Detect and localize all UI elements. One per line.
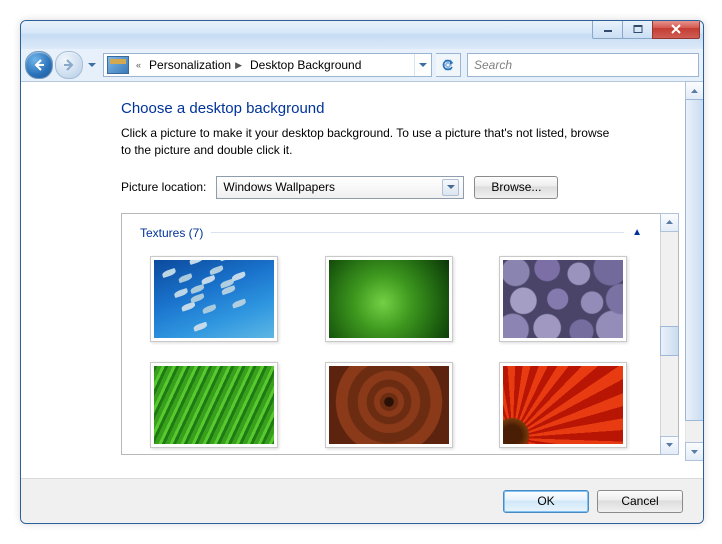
select-value: Windows Wallpapers xyxy=(223,180,335,194)
refresh-icon xyxy=(441,58,455,72)
breadcrumb-personalization[interactable]: Personalization▶ xyxy=(145,58,246,72)
wallpaper-thumb[interactable] xyxy=(499,362,627,448)
wallpaper-thumb[interactable] xyxy=(325,256,453,342)
arrow-right-icon xyxy=(62,58,76,72)
minimize-icon xyxy=(603,25,613,33)
scroll-thumb[interactable] xyxy=(660,326,679,356)
chevron-down-icon xyxy=(691,450,698,454)
wallpaper-gallery: Textures (7) ▲ xyxy=(121,213,679,455)
breadcrumb-back[interactable]: « xyxy=(132,60,145,70)
collapse-icon[interactable]: ▲ xyxy=(632,227,642,238)
location-icon xyxy=(107,56,129,74)
wallpaper-image xyxy=(329,366,449,444)
wallpaper-thumb[interactable] xyxy=(499,256,627,342)
scroll-thumb[interactable] xyxy=(685,99,704,421)
wallpaper-thumb[interactable] xyxy=(325,362,453,448)
breadcrumb-label: Desktop Background xyxy=(250,58,361,72)
wallpaper-image xyxy=(154,366,274,444)
wallpaper-image xyxy=(329,260,449,338)
address-dropdown[interactable] xyxy=(414,54,431,76)
group-header-textures[interactable]: Textures (7) ▲ xyxy=(140,226,642,240)
address-bar[interactable]: « Personalization▶ Desktop Background xyxy=(103,53,432,77)
close-button[interactable] xyxy=(652,20,700,39)
back-button[interactable] xyxy=(25,51,53,79)
scroll-track[interactable] xyxy=(661,231,678,437)
maximize-icon xyxy=(633,25,643,33)
scroll-down-button[interactable] xyxy=(685,442,704,461)
wallpaper-image xyxy=(503,366,623,444)
wallpaper-image xyxy=(154,260,274,338)
picture-location-row: Picture location: Windows Wallpapers Bro… xyxy=(121,176,679,199)
wallpaper-thumb[interactable] xyxy=(150,256,278,342)
picture-location-select[interactable]: Windows Wallpapers xyxy=(216,176,464,199)
chevron-up-icon xyxy=(691,89,698,93)
close-icon xyxy=(670,24,682,34)
arrow-left-icon xyxy=(32,58,46,72)
group-label: Textures (7) xyxy=(140,226,203,240)
page-title: Choose a desktop background xyxy=(121,100,679,117)
chevron-up-icon xyxy=(666,220,673,224)
wallpaper-image xyxy=(503,260,623,338)
content-area: Choose a desktop background Click a pict… xyxy=(21,81,703,478)
page-scrollbar[interactable] xyxy=(685,82,703,460)
thumbnail-grid xyxy=(140,256,642,448)
breadcrumb-desktop-background[interactable]: Desktop Background xyxy=(246,58,365,72)
search-placeholder: Search xyxy=(474,58,512,72)
gallery-scrollbar[interactable] xyxy=(660,214,678,454)
dialog-footer: OK Cancel xyxy=(21,478,703,523)
wallpaper-thumb[interactable] xyxy=(150,362,278,448)
scroll-track[interactable] xyxy=(686,99,703,443)
titlebar xyxy=(21,21,703,49)
dialog-window: « Personalization▶ Desktop Background Se… xyxy=(20,20,704,524)
forward-button[interactable] xyxy=(55,51,83,79)
chevron-down-icon xyxy=(666,443,673,447)
minimize-button[interactable] xyxy=(592,20,623,39)
nav-toolbar: « Personalization▶ Desktop Background Se… xyxy=(21,49,703,81)
scroll-down-button[interactable] xyxy=(660,436,679,455)
chevron-down-icon xyxy=(419,63,427,68)
chevron-down-icon xyxy=(442,179,459,196)
breadcrumb-label: Personalization xyxy=(149,58,231,72)
ok-button[interactable]: OK xyxy=(503,490,589,513)
window-controls xyxy=(593,20,700,39)
divider xyxy=(211,232,624,233)
cancel-button[interactable]: Cancel xyxy=(597,490,683,513)
search-input[interactable]: Search xyxy=(467,53,699,77)
maximize-button[interactable] xyxy=(622,20,653,39)
browse-button[interactable]: Browse... xyxy=(474,176,558,199)
scroll-up-button[interactable] xyxy=(685,81,704,100)
chevron-down-icon xyxy=(88,63,96,68)
picture-location-label: Picture location: xyxy=(121,180,206,194)
page-description: Click a picture to make it your desktop … xyxy=(121,125,621,160)
nav-history-dropdown[interactable] xyxy=(85,55,99,75)
scroll-up-button[interactable] xyxy=(660,213,679,232)
refresh-button[interactable] xyxy=(436,53,461,77)
